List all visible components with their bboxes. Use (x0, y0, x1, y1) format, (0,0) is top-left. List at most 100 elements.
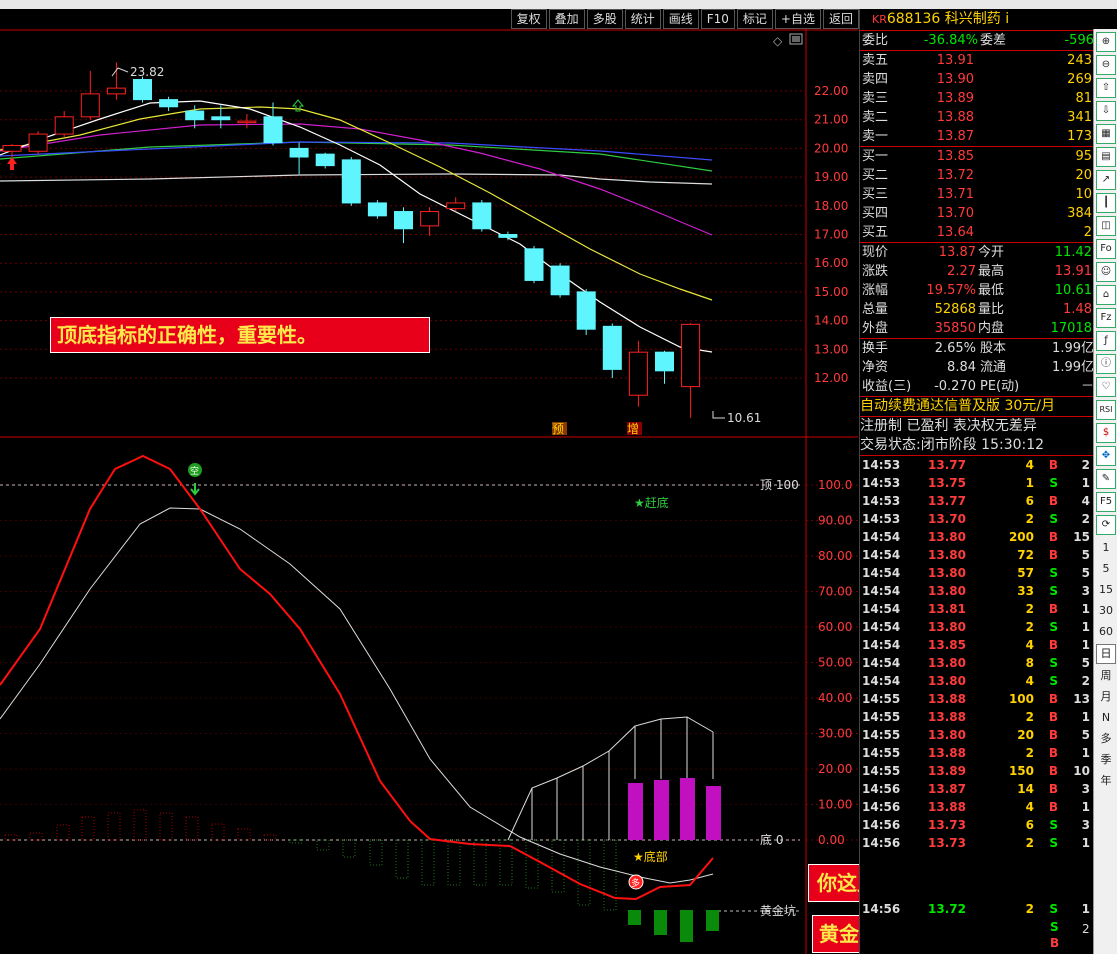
bid-row-label: 买二 (862, 168, 889, 183)
stat2-row: 净资 8.84 流通 1.99亿 (860, 358, 1094, 377)
price-tick-label: 21.00 (814, 113, 848, 127)
pencil-icon[interactable]: ✎ (1096, 469, 1116, 489)
add-favorite-button[interactable]: +自选 (774, 9, 821, 29)
bid-row[interactable]: 买四 13.70 384 (860, 204, 1094, 223)
back-button[interactable]: 返回 (822, 9, 859, 29)
tick-volume: 57 (1017, 566, 1034, 580)
price-tick-label: 12.00 (814, 371, 848, 385)
down-arrow-icon[interactable]: ⇩ (1096, 101, 1116, 121)
tick-price: 13.75 (928, 476, 966, 490)
stock-title[interactable]: KR688136 科兴制药 i (860, 9, 1094, 31)
tick-count: 1 (1081, 620, 1090, 634)
tick-volume: 200 (1008, 530, 1034, 544)
period-周-tab[interactable]: 周 (1097, 667, 1115, 685)
price-tick-label: 19.00 (814, 170, 848, 184)
tick-count: 2 (1081, 512, 1090, 526)
chart-area[interactable]: 22.00 21.00 20.00 19.00 18.00 17.00 16.00 15.00… (0, 29, 858, 954)
up-arrow-icon[interactable]: ⇧ (1096, 78, 1116, 98)
draw-line-button[interactable]: 画线 (662, 9, 699, 29)
heart-icon[interactable]: ♡ (1096, 377, 1116, 397)
candle-body (420, 211, 440, 227)
stat-value: － (1080, 379, 1094, 394)
bid-row-label: 买一 (862, 149, 889, 164)
statistics-button[interactable]: 统计 (624, 9, 661, 29)
period-1-tab[interactable]: 1 (1097, 539, 1115, 557)
period-年-tab[interactable]: 年 (1097, 772, 1115, 790)
stock-code-name: 688136 科兴制药 (886, 11, 1001, 27)
period-5-tab[interactable]: 5 (1097, 560, 1115, 578)
tick-price: 13.80 (928, 530, 966, 544)
overlay-button[interactable]: 叠加 (548, 9, 585, 29)
ask-row[interactable]: 卖五 13.91 243 (860, 51, 1094, 70)
tick-price: 13.80 (928, 728, 966, 742)
candle-icon[interactable]: ┃ (1096, 193, 1116, 213)
info-suffix: i (1005, 11, 1010, 27)
tick-side: B (1048, 458, 1058, 472)
rsi-icon[interactable]: RSI (1096, 400, 1116, 420)
fz-icon[interactable]: Fz (1096, 308, 1116, 328)
f5-icon[interactable]: F5 (1096, 492, 1116, 512)
ask-row[interactable]: 卖四 13.90 269 (860, 70, 1094, 89)
period-15-tab[interactable]: 15 (1097, 581, 1115, 599)
minus-icon[interactable]: ⊖ (1096, 55, 1116, 75)
stat-value: 2.65% (934, 341, 976, 356)
bid-row[interactable]: 买一 13.85 95 (860, 147, 1094, 166)
tick-count: 1 (1081, 836, 1090, 850)
tick-time: 14:54 (862, 530, 901, 544)
tick-count: 13 (1073, 692, 1090, 706)
tick-volume: 150 (1008, 764, 1034, 778)
stat-row: 总量 52868 量比 1.48 (860, 300, 1094, 319)
ask-row[interactable]: 卖三 13.89 81 (860, 89, 1094, 108)
tick-side: B (1048, 764, 1058, 778)
dollar-icon[interactable]: $ (1096, 423, 1116, 443)
person-icon[interactable]: ☺ (1096, 262, 1116, 282)
bid-row[interactable]: 买三 13.71 10 (860, 185, 1094, 204)
chart-svg[interactable]: 22.00 21.00 20.00 19.00 18.00 17.00 16.00 15.00… (0, 29, 858, 954)
tick-price: 13.73 (928, 836, 966, 850)
period-季-tab[interactable]: 季 (1097, 751, 1115, 769)
bid-row[interactable]: 买二 13.72 20 (860, 166, 1094, 185)
candles-group (2, 62, 701, 418)
tick-price: 13.80 (928, 584, 966, 598)
plus-icon[interactable]: ⊕ (1096, 32, 1116, 52)
ask-row[interactable]: 卖一 13.87 173 (860, 127, 1094, 146)
price-tick-label: 22.00 (814, 84, 848, 98)
f10-icon[interactable]: Fo (1096, 239, 1116, 259)
tick-side: S (1049, 620, 1058, 634)
refresh-icon[interactable]: ⟳ (1096, 515, 1116, 535)
stats-list: 现价 13.87 今开 11.42 涨跌 2.27 最高 13.91 涨幅 19.57% 最低 10.… (860, 243, 1094, 338)
period-60-tab[interactable]: 60 (1097, 623, 1115, 641)
bank-icon[interactable]: ⌂ (1096, 285, 1116, 305)
grid-icon[interactable]: ▦ (1096, 124, 1116, 144)
mark-button[interactable]: 标记 (736, 9, 773, 29)
info-icon[interactable]: ⓘ (1096, 354, 1116, 374)
f-icon[interactable]: ƒ (1096, 331, 1116, 351)
tick-side: B (1048, 530, 1058, 544)
period-日-tab[interactable]: 日 (1096, 644, 1116, 664)
price-tick-label: 13.00 (814, 342, 848, 356)
stat-label: 涨跌 (862, 264, 889, 279)
tick-time: 14:53 (862, 476, 901, 490)
tick-row: 14:55 13.89 150 B 10 (860, 762, 1094, 780)
indicator-tick-label: 30.00 (818, 727, 852, 741)
promo-row[interactable]: 自动续费通达信普及版 30元/月 (860, 397, 1094, 416)
multi-stock-button[interactable]: 多股 (586, 9, 623, 29)
period-月-tab[interactable]: 月 (1097, 688, 1115, 706)
period-30-tab[interactable]: 30 (1097, 602, 1115, 620)
tick-time: 14:54 (862, 566, 901, 580)
bid-row[interactable]: 买五 13.64 2 (860, 223, 1094, 242)
table-icon[interactable]: ▤ (1096, 147, 1116, 167)
line-icon[interactable]: ↗ (1096, 170, 1116, 190)
ask-row[interactable]: 卖二 13.88 341 (860, 108, 1094, 127)
tick-side: B (1048, 782, 1058, 796)
restore-rights-button[interactable]: 复权 (510, 9, 547, 29)
period-N-tab[interactable]: N (1097, 709, 1115, 727)
fund-icon[interactable]: ◫ (1096, 216, 1116, 236)
indicator-tick-label: 20.00 (818, 762, 852, 776)
period-多-tab[interactable]: 多 (1097, 730, 1115, 748)
f10-button[interactable]: F10 (700, 9, 735, 29)
ask-row-price: 13.89 (936, 91, 974, 106)
tick-side: B (1048, 746, 1058, 760)
move-icon[interactable]: ✥ (1096, 446, 1116, 466)
indicator-tick-label: 60.00 (818, 620, 852, 634)
